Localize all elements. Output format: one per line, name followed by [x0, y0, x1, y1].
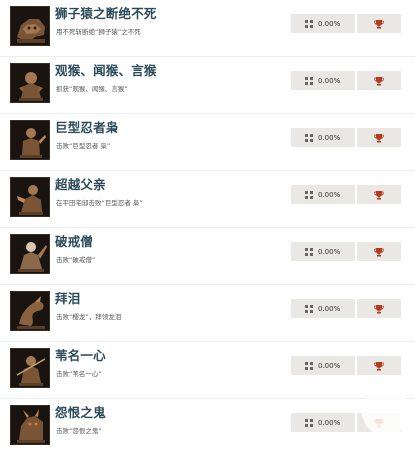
- unlock-percent-badge: 0.00%: [291, 185, 355, 204]
- achievement-title: 观猴、闻猴、言猴: [55, 63, 157, 78]
- unlock-percent-badge: 0.00%: [291, 242, 355, 261]
- unlock-percent-badge: 0.00%: [291, 128, 355, 147]
- trophy-button[interactable]: [357, 185, 401, 204]
- owl-warrior-icon: [10, 120, 50, 160]
- achievement-title: 怨恨之鬼: [55, 405, 106, 420]
- grid-icon: [305, 299, 315, 318]
- grid-icon: [305, 185, 315, 204]
- achievement-description: 击败“苇名一心”: [56, 370, 102, 378]
- achievement-row[interactable]: 怨恨之鬼 击败“怨恨之鬼” 0.00%: [0, 399, 415, 450]
- achievement-description: 用不死斩断绝“狮子猿”之不死: [56, 28, 141, 36]
- trophy-button[interactable]: [357, 242, 401, 261]
- achievement-title: 苇名一心: [55, 348, 106, 363]
- trophy-button[interactable]: [357, 71, 401, 90]
- achievement-row[interactable]: 超越父亲 在平田宅邸击败“巨型忍者 枭” 0.00%: [0, 171, 415, 228]
- grid-icon: [305, 413, 315, 432]
- achievement-description: 击败“破戒僧”: [56, 256, 96, 264]
- trophy-icon: [374, 133, 384, 142]
- achievement-description: 击败“怨恨之鬼”: [56, 427, 102, 435]
- grid-icon: [305, 71, 315, 90]
- unlock-percent: 0.00%: [318, 19, 341, 28]
- watermark-overlay: [362, 388, 410, 436]
- trophy-button[interactable]: [357, 356, 401, 375]
- trophy-icon: [374, 247, 384, 256]
- unlock-percent: 0.00%: [318, 247, 341, 256]
- achievement-row[interactable]: 狮子猿之断绝不死 用不死斩断绝“狮子猿”之不死 0.00%: [0, 0, 415, 57]
- achievement-description: 击败“巨型忍者 枭”: [56, 142, 111, 150]
- unlock-percent: 0.00%: [318, 418, 341, 427]
- achievement-row[interactable]: 巨型忍者枭 击败“巨型忍者 枭” 0.00%: [0, 114, 415, 171]
- trophy-icon: [374, 76, 384, 85]
- grid-icon: [305, 242, 315, 261]
- trophy-button[interactable]: [357, 299, 401, 318]
- achievement-description: 抓获“观猴、闻猴、言猴”: [56, 85, 128, 93]
- trophy-button[interactable]: [357, 128, 401, 147]
- monkey-icon: [10, 63, 50, 103]
- achievement-row[interactable]: 拜泪 击败“樱龙”，拜领龙泪 0.00%: [0, 285, 415, 342]
- unlock-percent-badge: 0.00%: [291, 299, 355, 318]
- achievement-title: 超越父亲: [55, 177, 106, 192]
- achievement-row[interactable]: 苇名一心 击败“苇名一心” 0.00%: [0, 342, 415, 399]
- corrupted-monk-icon: [10, 234, 50, 274]
- trophy-button[interactable]: [357, 14, 401, 33]
- trophy-icon: [374, 19, 384, 28]
- achievement-row[interactable]: 观猴、闻猴、言猴 抓获“观猴、闻猴、言猴” 0.00%: [0, 57, 415, 114]
- grid-icon: [305, 356, 315, 375]
- achievement-title: 狮子猿之断绝不死: [55, 6, 157, 21]
- achievement-description: 击败“樱龙”，拜领龙泪: [56, 313, 122, 321]
- unlock-percent-badge: 0.00%: [291, 71, 355, 90]
- unlock-percent: 0.00%: [318, 304, 341, 313]
- unlock-percent: 0.00%: [318, 361, 341, 370]
- unlock-percent-badge: 0.00%: [291, 14, 355, 33]
- divine-dragon-icon: [10, 291, 50, 331]
- demon-of-hatred-icon: [10, 405, 50, 445]
- trophy-icon: [374, 361, 384, 370]
- unlock-percent: 0.00%: [318, 190, 341, 199]
- achievement-title: 拜泪: [55, 291, 81, 306]
- unlock-percent-badge: 0.00%: [291, 356, 355, 375]
- achievement-description: 在平田宅邸击败“巨型忍者 枭”: [56, 199, 143, 207]
- unlock-percent-badge: 0.00%: [291, 413, 355, 432]
- unlock-percent: 0.00%: [318, 76, 341, 85]
- achievement-row[interactable]: 破戒僧 击败“破戒僧” 0.00%: [0, 228, 415, 285]
- trophy-icon: [374, 190, 384, 199]
- owl-father-icon: [10, 177, 50, 217]
- beast-skull-icon: [10, 6, 50, 46]
- trophy-icon: [374, 304, 384, 313]
- achievement-list: 狮子猿之断绝不死 用不死斩断绝“狮子猿”之不死 0.00% 观猴、闻猴、言猴 抓…: [0, 0, 415, 450]
- sword-saint-icon: [10, 348, 50, 388]
- achievement-title: 巨型忍者枭: [55, 120, 119, 135]
- unlock-percent: 0.00%: [318, 133, 341, 142]
- achievement-title: 破戒僧: [55, 234, 94, 249]
- grid-icon: [305, 14, 315, 33]
- grid-icon: [305, 128, 315, 147]
